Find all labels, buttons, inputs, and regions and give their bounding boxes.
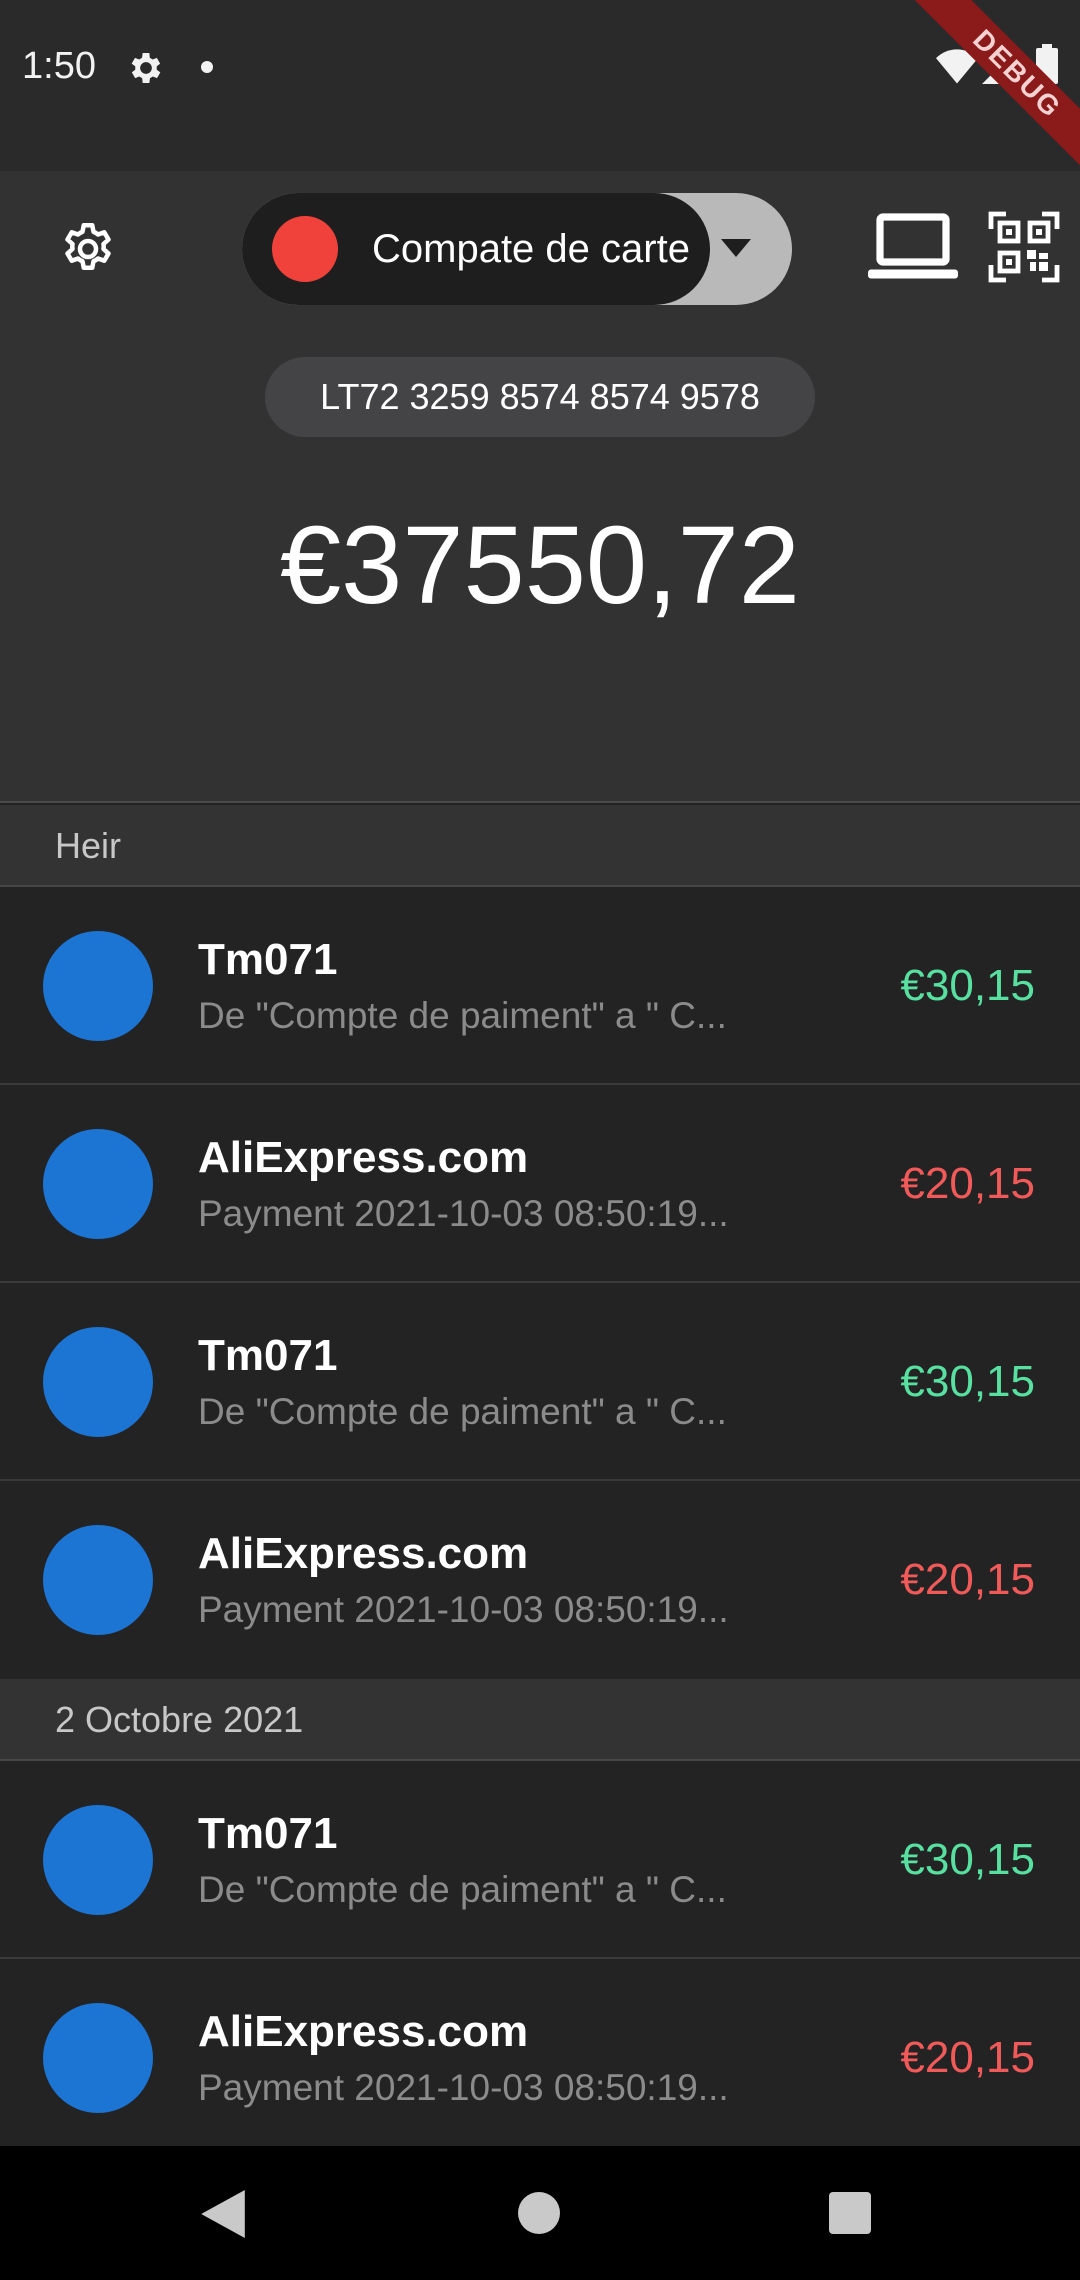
transaction-title: Tm071 [198,1331,338,1380]
status-bar: 1:50 DEBUG [0,0,1080,177]
account-name: Compate de carte [372,227,690,271]
transaction-title: AliExpress.com [198,1133,529,1182]
account-selector[interactable]: Compate de carte [242,193,792,305]
section-header: 2 Octobre 2021 [0,1679,1080,1761]
status-time: 1:50 [22,45,96,87]
system-nav-bar [0,2146,1080,2280]
transaction-amount: €20,15 [900,1555,1035,1604]
transaction-description: De "Compte de paiment" a " C... [198,1391,727,1432]
transaction-avatar [43,1327,153,1437]
transaction-avatar [43,931,153,1041]
qr-code-icon[interactable] [988,211,1060,283]
settings-icon[interactable] [58,219,118,279]
transaction-row[interactable]: AliExpress.com Payment 2021-10-03 08:50:… [0,1085,1080,1283]
account-color-dot [272,216,338,282]
transaction-amount: €30,15 [900,961,1035,1010]
transaction-avatar [43,1805,153,1915]
transaction-avatar [43,1129,153,1239]
transaction-row[interactable]: Tm071 De "Compte de paiment" a " C... €3… [0,1283,1080,1481]
section-header: Heir [0,805,1080,887]
transaction-title: Tm071 [198,935,338,984]
transaction-title: AliExpress.com [198,1529,529,1578]
transaction-description: Payment 2021-10-03 08:50:19... [198,2067,729,2108]
iban-pill[interactable]: LT72 3259 8574 8574 9578 [265,357,815,437]
transaction-description: Payment 2021-10-03 08:50:19... [198,1193,729,1234]
laptop-icon[interactable] [868,211,958,283]
transaction-description: De "Compte de paiment" a " C... [198,1869,727,1910]
transaction-amount: €20,15 [900,1159,1035,1208]
transaction-title: AliExpress.com [198,2007,529,2056]
chevron-down-icon[interactable] [718,233,754,263]
transaction-description: De "Compte de paiment" a " C... [198,995,727,1036]
transaction-row[interactable]: AliExpress.com Payment 2021-10-03 08:50:… [0,1481,1080,1679]
debug-banner: DEBUG [914,0,1080,177]
account-balance: €37550,72 [280,504,800,627]
transaction-title: Tm071 [198,1809,338,1858]
gear-icon [131,53,161,83]
account-header: Compate de carte LT72 3259 8574 8574 957… [0,171,1080,803]
transaction-description: Payment 2021-10-03 08:50:19... [198,1589,729,1630]
transaction-amount: €30,15 [900,1357,1035,1406]
transaction-amount: €30,15 [900,1835,1035,1884]
notification-dot-icon [201,61,213,73]
transaction-amount: €20,15 [900,2033,1035,2082]
account-pill[interactable]: Compate de carte [242,193,710,305]
transaction-row[interactable]: Tm071 De "Compte de paiment" a " C... €3… [0,887,1080,1085]
transaction-avatar [43,1525,153,1635]
recents-icon[interactable] [829,2192,871,2234]
transaction-avatar [43,2003,153,2113]
transaction-row[interactable]: AliExpress.com Payment 2021-10-03 08:50:… [0,1959,1080,2157]
back-icon[interactable] [200,2190,246,2238]
home-icon[interactable] [518,2192,560,2234]
transaction-row[interactable]: Tm071 De "Compte de paiment" a " C... €3… [0,1761,1080,1959]
